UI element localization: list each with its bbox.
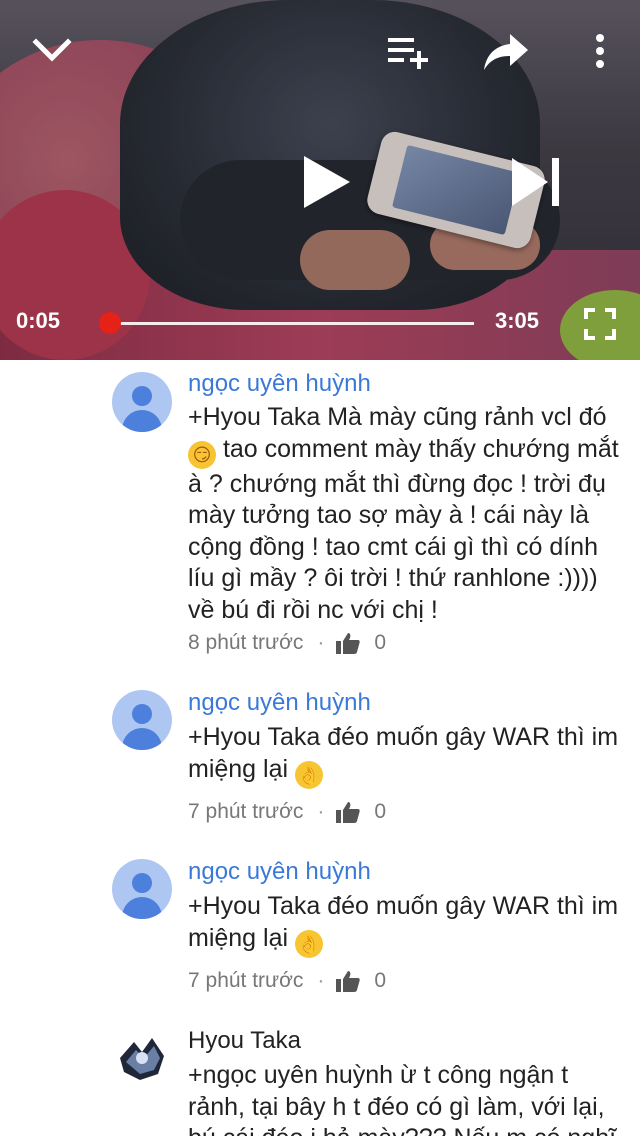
comment-meta: 8 phút trước · 0 bbox=[188, 631, 387, 654]
comment-meta: 7 phút trước · 0 bbox=[188, 969, 387, 992]
add-to-queue-icon[interactable] bbox=[384, 30, 432, 74]
comment-author[interactable]: Hyou Taka bbox=[188, 1027, 301, 1055]
ok-hand-emoji-icon: 👌 bbox=[295, 929, 323, 958]
play-icon[interactable] bbox=[298, 152, 354, 212]
ok-hand-emoji-icon: 👌 bbox=[295, 760, 323, 789]
comment-list[interactable]: ngọc uyên huỳnh +Hyou Taka Mà mày cũng r… bbox=[0, 360, 640, 1136]
comment-text: +ngọc uyên huỳnh ừ t công ngận t rảnh, t… bbox=[188, 1061, 616, 1136]
comment-author[interactable]: ngọc uyên huỳnh bbox=[188, 370, 371, 398]
comment-text: +Hyou Taka Mà mày cũng rảnh vcl đó 😏 tao… bbox=[188, 403, 619, 624]
avatar[interactable] bbox=[112, 690, 172, 750]
comment-text: +Hyou Taka đéo muốn gây WAR thì im miệng… bbox=[188, 891, 628, 958]
current-time: 0:05 bbox=[16, 308, 61, 333]
comment-author[interactable]: ngọc uyên huỳnh bbox=[188, 858, 371, 886]
smirk-emoji-icon: 😏 bbox=[188, 440, 216, 469]
thumbs-up-icon[interactable] bbox=[336, 970, 361, 992]
comment-text: +Hyou Taka đéo muốn gây WAR thì im miệng… bbox=[188, 722, 628, 789]
chevron-down-icon[interactable] bbox=[30, 28, 74, 72]
comment-time: 7 phút trước bbox=[188, 800, 304, 823]
comment-author[interactable]: ngọc uyên huỳnh bbox=[188, 689, 371, 717]
share-icon[interactable] bbox=[480, 28, 532, 76]
like-count: 0 bbox=[374, 969, 387, 992]
skip-next-icon[interactable] bbox=[510, 154, 564, 210]
seek-thumb[interactable] bbox=[99, 312, 122, 334]
video-player[interactable]: 0:05 3:05 bbox=[0, 0, 640, 360]
comment-time: 7 phút trước bbox=[188, 969, 304, 992]
avatar[interactable] bbox=[112, 372, 172, 432]
avatar[interactable] bbox=[112, 859, 172, 919]
comment-time: 8 phút trước bbox=[188, 631, 304, 654]
seek-bar[interactable] bbox=[100, 322, 474, 325]
avatar[interactable] bbox=[112, 1028, 172, 1088]
more-vert-icon[interactable] bbox=[586, 32, 614, 72]
thumbs-up-icon[interactable] bbox=[336, 632, 361, 654]
duration: 3:05 bbox=[495, 308, 540, 333]
thumbs-up-icon[interactable] bbox=[336, 801, 361, 823]
like-count: 0 bbox=[374, 631, 387, 654]
like-count: 0 bbox=[374, 800, 387, 823]
fullscreen-icon[interactable] bbox=[584, 308, 616, 340]
comment-meta: 7 phút trước · 0 bbox=[188, 800, 387, 823]
